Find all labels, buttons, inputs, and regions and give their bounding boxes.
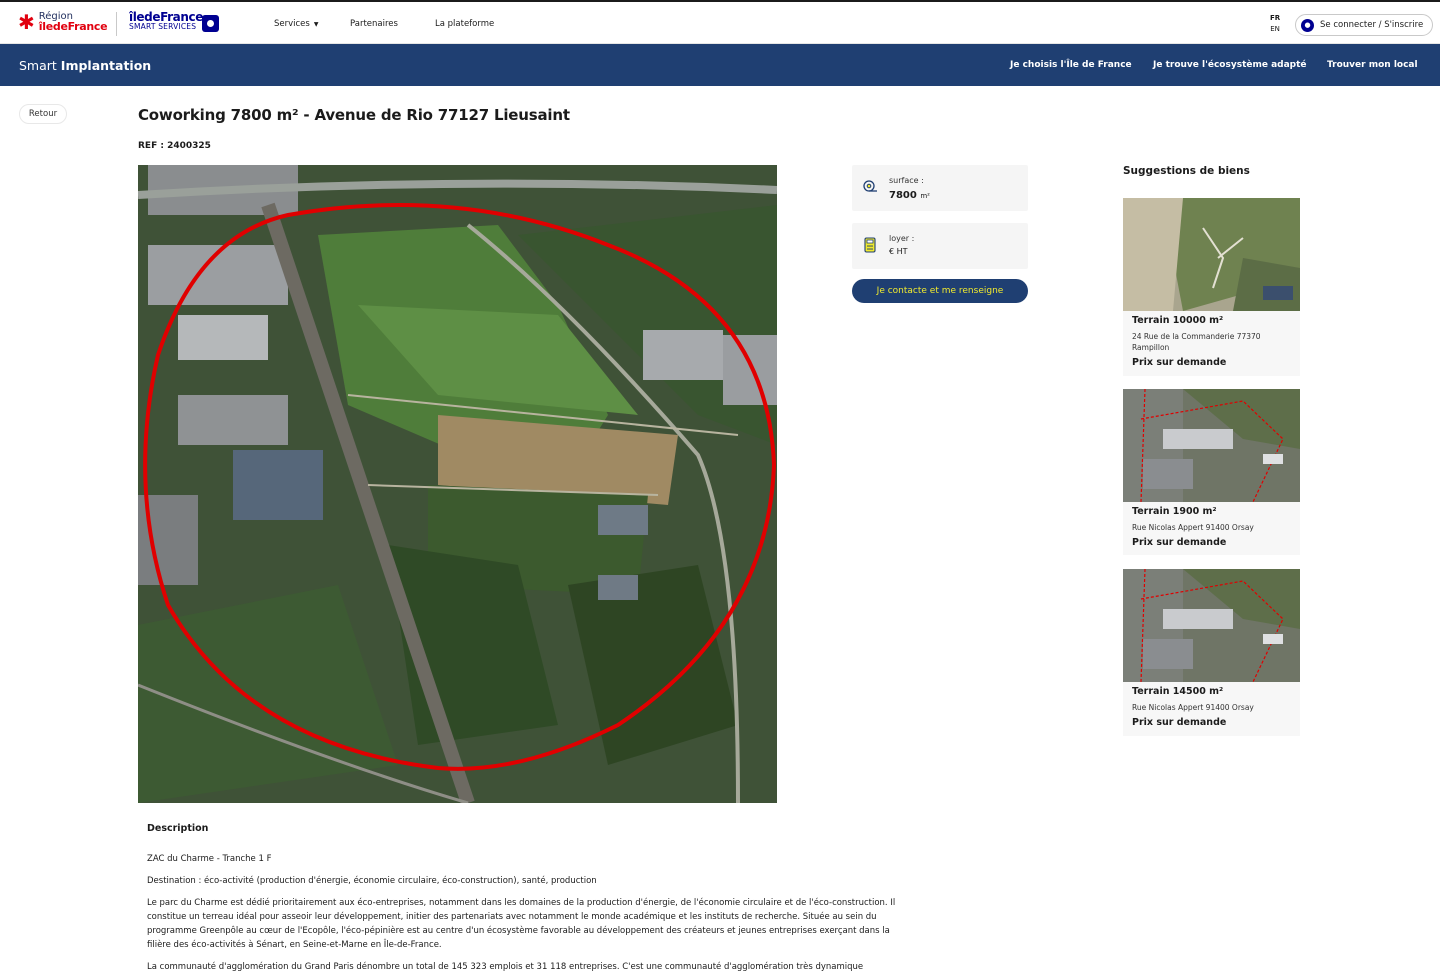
nav-services-label: Services [274, 19, 310, 29]
description-paragraph: Destination : éco-activité (production d… [147, 876, 597, 886]
suggestion-image [1123, 569, 1300, 682]
surface-card: surface : 7800 m² [852, 165, 1028, 211]
top-header: ✱ Région îledeFrance îledeFrance SMART S… [0, 0, 1440, 44]
suggestion-price: Prix sur demande [1132, 717, 1227, 728]
nav-je-choisis[interactable]: Je choisis l'Île de France [1010, 60, 1132, 70]
surface-number: 7800 [889, 190, 917, 201]
caret-down-icon: ▼ [313, 21, 319, 28]
brand-bold: Implantation [60, 58, 152, 73]
back-button[interactable]: Retour [19, 104, 67, 124]
suggestions-title: Suggestions de biens [1123, 165, 1250, 177]
surface-unit: m² [920, 192, 930, 200]
suggestion-price: Prix sur demande [1132, 537, 1227, 548]
lang-fr[interactable]: FR [1270, 13, 1280, 24]
reference-number: REF : 2400325 [138, 141, 211, 151]
idf-logo-line2: SMART SERVICES [129, 22, 197, 31]
description-paragraph: Le parc du Charme est dédié prioritairem… [147, 898, 896, 950]
description-paragraph: La communauté d'agglomération du Grand P… [147, 962, 864, 972]
suggestion-address: Rue Nicolas Appert 91400 Orsay [1132, 703, 1254, 712]
nav-je-trouve[interactable]: Je trouve l'écosystème adapté [1153, 60, 1307, 70]
rent-label: loyer : [889, 234, 915, 243]
smart-services-icon [202, 15, 219, 32]
suggestion-image [1123, 389, 1300, 502]
region-logo[interactable]: ✱ Région îledeFrance [18, 10, 108, 34]
idf-logo-line1: îledeFrance [129, 10, 203, 24]
surface-label: surface : [889, 176, 924, 185]
measuring-tape-icon [863, 180, 877, 192]
description-title: Description [147, 823, 209, 834]
suggestion-name: Terrain 14500 m² [1132, 686, 1224, 697]
language-switcher[interactable]: FR EN [1270, 13, 1280, 35]
calculator-icon [864, 237, 876, 253]
login-label: Se connecter / S'inscrire [1320, 20, 1424, 30]
page-title: Coworking 7800 m² - Avenue de Rio 77127 … [138, 106, 570, 124]
region-logo-line2: îledeFrance [38, 20, 108, 33]
nav-la-plateforme[interactable]: La plateforme [435, 19, 494, 29]
description-section: Description ZAC du Charme - Tranche 1 F … [147, 823, 907, 978]
suggestion-name: Terrain 1900 m² [1132, 506, 1217, 517]
suggestion-address: 24 Rue de la Commanderie 77370 Rampillon [1132, 332, 1261, 352]
suggestion-name: Terrain 10000 m² [1132, 315, 1224, 326]
secondary-navbar: Smart Implantation Je choisis l'Île de F… [0, 44, 1440, 86]
brand-smart-implantation[interactable]: Smart Implantation [19, 58, 151, 73]
nav-services[interactable]: Services ▼ [274, 19, 318, 29]
rent-value: € HT [889, 247, 908, 256]
surface-value: 7800 m² [889, 190, 930, 201]
suggestion-price: Prix sur demande [1132, 357, 1227, 368]
suggestion-image [1123, 198, 1300, 311]
idf-smart-services-logo[interactable]: îledeFrance SMART SERVICES [129, 10, 203, 32]
login-button[interactable]: ● Se connecter / S'inscrire [1295, 14, 1433, 36]
lang-en[interactable]: EN [1270, 24, 1280, 35]
star-icon: ✱ [18, 10, 35, 34]
nav-partenaires[interactable]: Partenaires [350, 19, 398, 29]
rent-card: loyer : € HT [852, 223, 1028, 269]
contact-button[interactable]: Je contacte et me renseigne [852, 279, 1028, 303]
aerial-map-image [138, 165, 777, 803]
suggestion-card[interactable]: Terrain 1900 m² Rue Nicolas Appert 91400… [1123, 389, 1300, 555]
suggestion-address: Rue Nicolas Appert 91400 Orsay [1132, 523, 1254, 532]
brand-light: Smart [19, 58, 57, 73]
suggestion-card[interactable]: Terrain 10000 m² 24 Rue de la Commanderi… [1123, 198, 1300, 376]
description-paragraph: ZAC du Charme - Tranche 1 F [147, 854, 272, 864]
logo-divider [116, 12, 117, 36]
suggestion-card[interactable]: Terrain 14500 m² Rue Nicolas Appert 9140… [1123, 569, 1300, 736]
nav-trouver-local[interactable]: Trouver mon local [1327, 60, 1418, 70]
user-icon: ● [1301, 18, 1314, 32]
